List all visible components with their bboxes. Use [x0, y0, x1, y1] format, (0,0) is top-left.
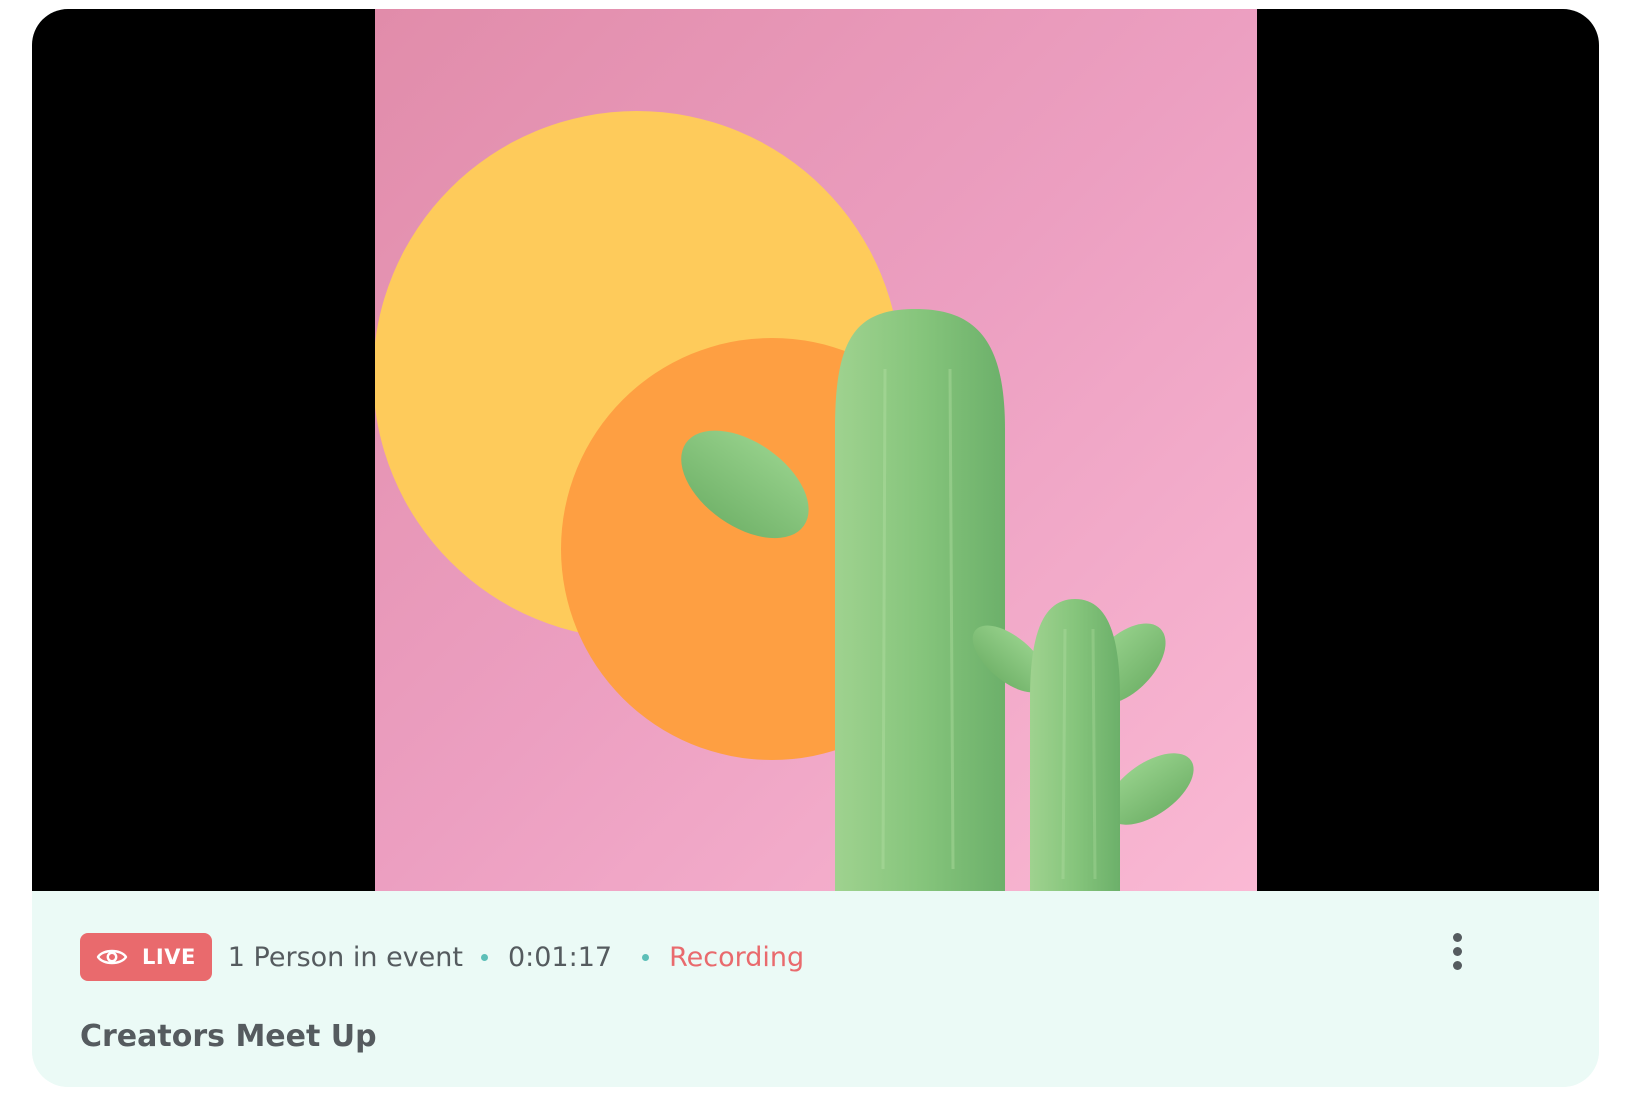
more-vertical-icon[interactable]: [1437, 927, 1477, 975]
stream-status-row: LIVE 1 Person in event 0:01:17 Recording: [80, 933, 804, 981]
menu-dot: [1452, 960, 1462, 970]
menu-dot: [1452, 932, 1462, 942]
live-label: LIVE: [142, 945, 196, 969]
event-title: Creators Meet Up: [80, 1019, 377, 1054]
participant-count: 1 Person in event: [227, 941, 463, 973]
stream-info-panel: LIVE 1 Person in event 0:01:17 Recording…: [32, 891, 1599, 1087]
separator-dot: [480, 953, 488, 961]
live-badge: LIVE: [80, 933, 212, 981]
stream-card: LIVE 1 Person in event 0:01:17 Recording…: [32, 9, 1599, 1087]
stream-artwork: [375, 9, 1257, 891]
video-player[interactable]: [32, 9, 1599, 891]
separator-dot: [642, 953, 650, 961]
menu-dot: [1452, 946, 1462, 956]
recording-status: Recording: [669, 941, 805, 973]
elapsed-time: 0:01:17: [507, 941, 613, 973]
eye-icon: [96, 949, 128, 965]
